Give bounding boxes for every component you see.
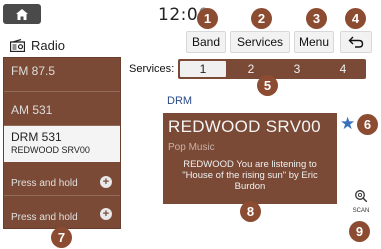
- preset-slot[interactable]: Press and hold +: [4, 162, 120, 196]
- station-item[interactable]: FM 87.5: [4, 58, 120, 92]
- station-item[interactable]: AM 531: [4, 92, 120, 126]
- station-subtitle: REDWOOD SRV00: [11, 145, 90, 155]
- scan-button[interactable]: SCAN: [349, 189, 373, 214]
- service-tab-1[interactable]: 1: [180, 61, 226, 77]
- station-name: DRM 531: [11, 130, 62, 144]
- band-indicator: DRM: [167, 95, 193, 107]
- services-button[interactable]: Services: [230, 31, 290, 53]
- callout-5: 5: [257, 75, 278, 96]
- clock-text: 12:0: [158, 5, 199, 25]
- radio-icon: [10, 38, 25, 52]
- service-tab-3[interactable]: 3: [274, 59, 320, 79]
- callout-3: 3: [306, 8, 327, 29]
- home-icon: [16, 8, 28, 20]
- home-button[interactable]: [3, 4, 41, 24]
- services-label-text: Services: [129, 63, 172, 75]
- preset-hint: Press and hold: [11, 178, 78, 189]
- callout-8: 8: [240, 201, 261, 222]
- radio-screen: 12:00 Radio Band Services Menu FM 87.5 A…: [0, 0, 381, 249]
- page-title-label: Radio: [31, 37, 65, 53]
- band-button[interactable]: Band: [186, 31, 226, 53]
- preset-slot[interactable]: Press and hold +: [4, 196, 120, 230]
- station-name: FM 87.5: [11, 64, 56, 78]
- callout-4: 4: [345, 8, 366, 29]
- preset-hint: Press and hold: [11, 212, 78, 223]
- station-title: REDWOOD SRV00: [168, 117, 321, 136]
- add-icon: +: [100, 208, 112, 220]
- scan-label: SCAN: [352, 208, 370, 214]
- callout-2: 2: [251, 8, 272, 29]
- callout-7: 7: [51, 227, 72, 248]
- program-genre: Pop Music: [168, 142, 215, 153]
- station-item-selected[interactable]: DRM 531 REDWOOD SRV00: [4, 126, 120, 162]
- service-tab-4[interactable]: 4: [320, 59, 366, 79]
- menu-button[interactable]: Menu: [294, 31, 334, 53]
- services-label: Services:: [129, 63, 175, 75]
- scan-icon: [355, 190, 368, 203]
- now-playing-panel: REDWOOD SRV00 Pop Music REDWOOD You are …: [163, 113, 337, 204]
- callout-9: 9: [349, 221, 370, 242]
- back-button[interactable]: [340, 31, 372, 53]
- back-arrow-icon: [348, 36, 364, 48]
- station-list: FM 87.5 AM 531 DRM 531 REDWOOD SRV00 Pre…: [3, 57, 121, 229]
- page-title: Radio: [10, 36, 65, 54]
- radio-text: REDWOOD You are listening to "House of t…: [182, 159, 318, 192]
- callout-1: 1: [197, 8, 218, 29]
- favorite-star-icon[interactable]: ★: [340, 114, 355, 134]
- add-icon: +: [100, 176, 112, 188]
- callout-6: 6: [357, 114, 378, 135]
- station-name: AM 531: [11, 103, 53, 117]
